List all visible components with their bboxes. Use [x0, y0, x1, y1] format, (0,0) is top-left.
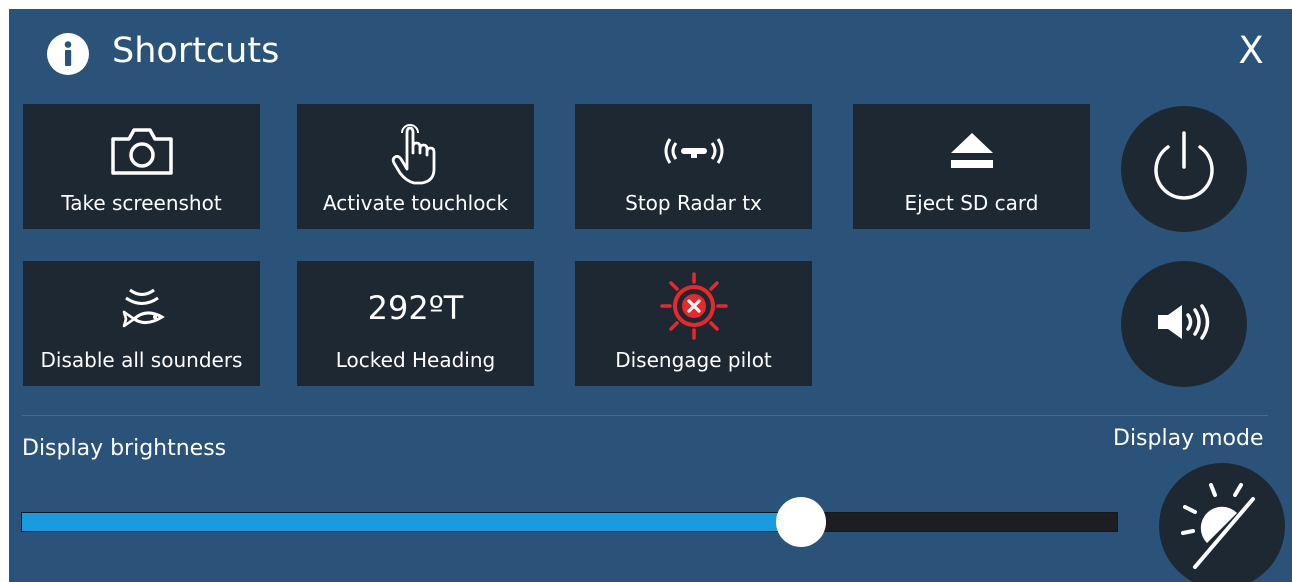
info-icon — [47, 33, 89, 75]
tile-label: Disable all sounders — [40, 348, 243, 372]
brightness-slider[interactable] — [21, 497, 1118, 547]
tile-label: Disengage pilot — [615, 348, 772, 372]
tile-label: Take screenshot — [61, 191, 222, 215]
pilot-wheel-cancel-icon — [575, 269, 812, 343]
heading-value: 292ºT — [367, 289, 464, 327]
activate-touchlock-button[interactable]: Activate touchlock — [297, 104, 534, 229]
display-brightness-label: Display brightness — [22, 436, 227, 461]
stop-radar-tx-button[interactable]: Stop Radar tx — [575, 104, 812, 229]
speaker-volume-icon — [1152, 300, 1216, 348]
tile-label: Activate touchlock — [322, 191, 509, 215]
power-button[interactable] — [1121, 106, 1247, 232]
sonar-fish-icon — [23, 277, 260, 339]
radar-transmit-icon — [575, 120, 812, 182]
tile-label: Locked Heading — [335, 348, 496, 372]
eject-icon — [853, 120, 1090, 182]
tile-label: Eject SD card — [904, 191, 1039, 215]
power-icon — [1144, 127, 1224, 211]
locked-heading-button[interactable]: 292ºT Locked Heading — [297, 261, 534, 386]
display-mode-label: Display mode — [1113, 426, 1264, 451]
slider-fill — [22, 513, 801, 531]
disable-all-sounders-button[interactable]: Disable all sounders — [23, 261, 260, 386]
display-mode-button[interactable] — [1159, 463, 1285, 582]
day-night-icon — [1159, 483, 1285, 582]
camera-icon — [23, 120, 260, 182]
divider — [22, 415, 1268, 416]
eject-sd-card-button[interactable]: Eject SD card — [853, 104, 1090, 229]
shortcuts-dialog: Shortcuts X Take screenshot Activate tou… — [9, 9, 1292, 582]
dialog-title: Shortcuts — [112, 31, 280, 71]
touch-hand-icon — [297, 118, 534, 188]
close-button[interactable]: X — [1231, 23, 1271, 79]
take-screenshot-button[interactable]: Take screenshot — [23, 104, 260, 229]
disengage-pilot-button[interactable]: Disengage pilot — [575, 261, 812, 386]
slider-thumb[interactable] — [775, 497, 826, 547]
heading-readout: 292ºT — [297, 277, 534, 339]
tile-label: Stop Radar tx — [625, 191, 762, 215]
volume-button[interactable] — [1121, 261, 1247, 387]
